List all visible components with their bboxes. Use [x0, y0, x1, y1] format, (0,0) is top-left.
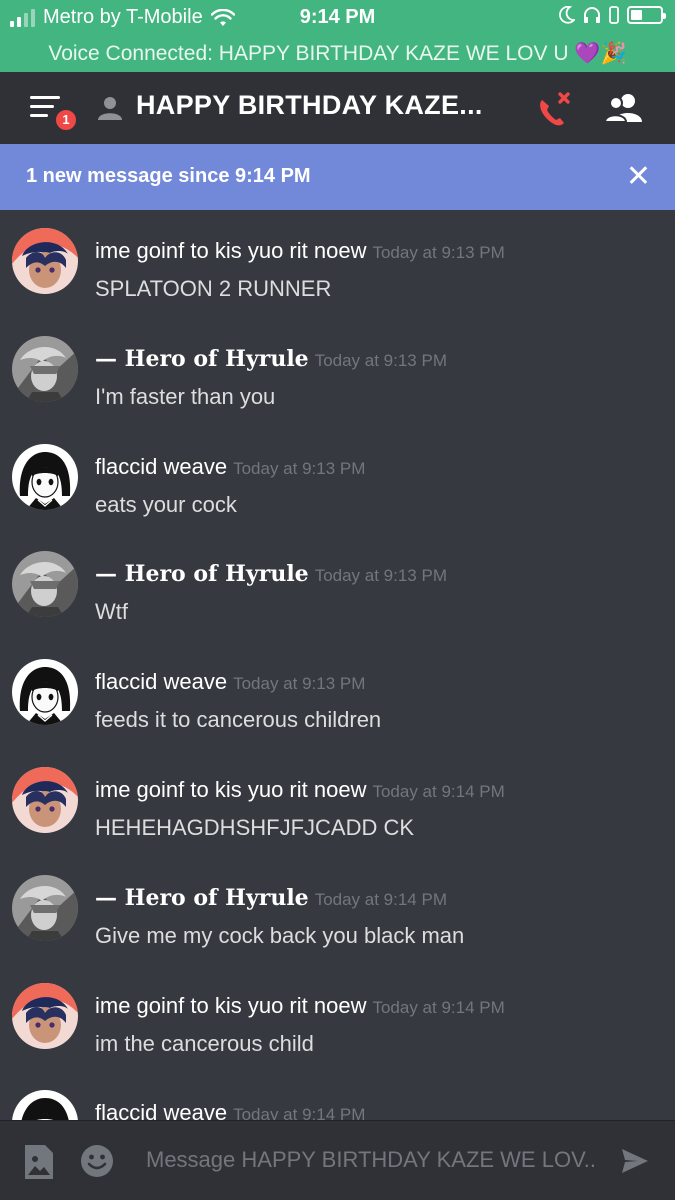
user-avatar[interactable] [12, 983, 78, 1049]
message-timestamp: Today at 9:13 PM [233, 459, 366, 478]
author-name[interactable]: ime goinf to kis yuo rit noew [95, 777, 366, 802]
new-messages-bar[interactable]: 1 new message since 9:14 PM ✕ [0, 144, 675, 210]
user-avatar[interactable] [12, 1090, 78, 1120]
message-text: I'm faster than you [95, 384, 276, 409]
battery-icon [627, 6, 666, 24]
message-composer: Message HAPPY BIRTHDAY KAZE WE LOV.. [0, 1120, 675, 1200]
message-text: Wtf [95, 599, 128, 624]
message-item[interactable]: ime goinf to kis yuo rit noew Today at 9:… [0, 210, 675, 318]
message-list[interactable]: ime goinf to kis yuo rit noew Today at 9:… [0, 210, 675, 1120]
message-timestamp: Today at 9:14 PM [233, 1105, 366, 1120]
channel-title: HAPPY BIRTHDAY KAZE... [136, 90, 483, 120]
message-author[interactable]: — Hero of Hyrule Today at 9:13 PM [95, 561, 447, 587]
author-name[interactable]: — Hero of Hyrule [95, 346, 309, 372]
headphones-icon [584, 7, 600, 23]
message-author[interactable]: — Hero of Hyrule Today at 9:14 PM [95, 885, 447, 911]
message-item[interactable]: flaccid weave Today at 9:14 PM [0, 1072, 675, 1120]
message-author[interactable]: ime goinf to kis yuo rit noew Today at 9:… [95, 993, 505, 1019]
message-item[interactable]: flaccid weave Today at 9:13 PM eats your c… [0, 426, 675, 534]
message-timestamp: Today at 9:14 PM [314, 890, 447, 909]
message-item[interactable]: — Hero of Hyrule Today at 9:13 PM Wtf [0, 533, 675, 641]
new-messages-label: 1 new message since 9:14 PM [26, 165, 311, 187]
author-name[interactable]: flaccid weave [95, 669, 227, 694]
status-icons [559, 6, 666, 24]
message-timestamp: Today at 9:13 PM [372, 243, 505, 262]
author-name[interactable]: — Hero of Hyrule [95, 561, 309, 587]
message-text: feeds it to cancerous children [95, 707, 382, 732]
message-author[interactable]: — Hero of Hyrule Today at 9:13 PM [95, 346, 447, 372]
message-timestamp: Today at 9:14 PM [372, 998, 505, 1017]
orientation-lock-icon [609, 6, 619, 24]
members-icon[interactable] [604, 92, 644, 124]
user-avatar[interactable] [12, 659, 78, 725]
image-upload-icon[interactable] [22, 1143, 56, 1181]
message-input[interactable]: Message HAPPY BIRTHDAY KAZE WE LOV.. [146, 1147, 616, 1173]
message-author[interactable]: ime goinf to kis yuo rit noew Today at 9:… [95, 238, 505, 264]
notification-badge: 1 [53, 107, 79, 133]
author-name[interactable]: flaccid weave [95, 454, 227, 479]
moon-icon [559, 6, 575, 24]
message-item[interactable]: flaccid weave Today at 9:13 PM feeds it to… [0, 641, 675, 749]
author-name[interactable]: ime goinf to kis yuo rit noew [95, 993, 366, 1018]
message-text: HEHEHAGDHSHFJFJCADD CK [95, 815, 415, 840]
disconnect-call-icon[interactable] [534, 90, 574, 130]
emoji-icon[interactable] [80, 1144, 114, 1178]
message-author[interactable]: ime goinf to kis yuo rit noew Today at 9:… [95, 777, 505, 803]
user-avatar[interactable] [12, 551, 78, 617]
message-text: Give me my cock back you black man [95, 923, 465, 948]
channel-header: 1 HAPPY BIRTHDAY KAZE... [0, 72, 675, 144]
message-text: eats your cock [95, 492, 237, 517]
message-item[interactable]: — Hero of Hyrule Today at 9:13 PM I'm fast… [0, 318, 675, 426]
message-text: im the cancerous child [95, 1031, 314, 1056]
user-avatar[interactable] [12, 875, 78, 941]
author-name[interactable]: ime goinf to kis yuo rit noew [95, 238, 366, 263]
message-item[interactable]: — Hero of Hyrule Today at 9:14 PM Give me … [0, 857, 675, 965]
status-bar: Metro by T-Mobile 9:14 PM [0, 0, 675, 36]
close-icon[interactable]: ✕ [626, 162, 651, 192]
message-author[interactable]: flaccid weave Today at 9:13 PM [95, 454, 365, 480]
voice-connected-bar[interactable]: Voice Connected: HAPPY BIRTHDAY KAZE WE … [0, 36, 675, 72]
message-timestamp: Today at 9:13 PM [314, 351, 447, 370]
message-timestamp: Today at 9:13 PM [233, 674, 366, 693]
message-author[interactable]: flaccid weave Today at 9:13 PM [95, 669, 365, 695]
message-text: SPLATOON 2 RUNNER [95, 276, 332, 301]
user-avatar[interactable] [12, 444, 78, 510]
message-author[interactable]: flaccid weave Today at 9:14 PM [95, 1100, 365, 1120]
message-item[interactable]: ime goinf to kis yuo rit noew Today at 9:… [0, 749, 675, 857]
author-name[interactable]: — Hero of Hyrule [95, 885, 309, 911]
message-timestamp: Today at 9:13 PM [314, 566, 447, 585]
user-avatar[interactable] [12, 767, 78, 833]
person-icon [98, 97, 122, 120]
message-timestamp: Today at 9:14 PM [372, 782, 505, 801]
send-icon[interactable] [620, 1147, 650, 1175]
user-avatar[interactable] [12, 228, 78, 294]
message-item[interactable]: ime goinf to kis yuo rit noew Today at 9:… [0, 965, 675, 1073]
author-name[interactable]: flaccid weave [95, 1100, 227, 1120]
user-avatar[interactable] [12, 336, 78, 402]
